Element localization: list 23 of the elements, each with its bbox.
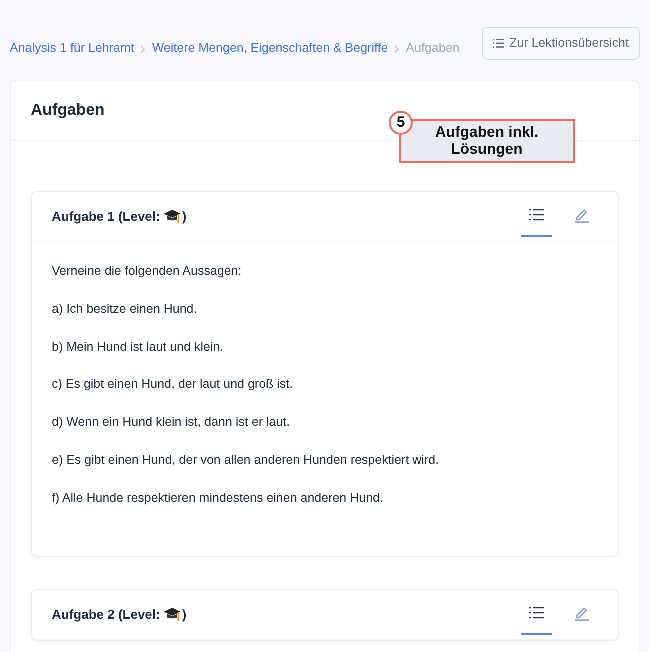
task-text: e) Es gibt einen Hund, der von allen anderen Hunden respektiert wird. (52, 452, 440, 469)
task-text: f) Alle Hunde respektieren mindestens einen anderen Hund. (52, 490, 384, 507)
breadcrumb-link[interactable]: Weitere Mengen, Eigenschaften & Begriffe (152, 41, 388, 55)
breadcrumb-current: Aufgaben (406, 41, 460, 55)
overview-button[interactable]: Zur Lektionsübersicht (482, 27, 640, 60)
annotation-number: 5 (389, 111, 413, 135)
task-title: Aufgabe 2 (Level: (52, 606, 160, 624)
list-icon (493, 38, 504, 48)
task-text: d) Wenn ein Hund klein ist, dann ist er laut. (52, 414, 292, 432)
breadcrumb-link[interactable]: Analysis 1 für Lehramt (10, 41, 134, 55)
task-title-end: ) (182, 606, 187, 624)
chevron-icon (140, 43, 146, 55)
graduation-cap-icon (164, 209, 182, 224)
graduation-cap-icon (164, 607, 182, 622)
task-text: a) Ich besitze einen Hund. (52, 300, 198, 318)
chevron-icon (394, 43, 400, 55)
list-icon (529, 208, 544, 221)
task-text: b) Mein Hund ist laut und klein. (52, 338, 225, 356)
task-text: c) Es gibt einen Hund, der laut und groß ist. (52, 376, 294, 394)
list-icon (529, 606, 544, 619)
task-text: Verneine die folgenden Aussagen: (52, 263, 243, 280)
task-title-end: ) (182, 208, 187, 226)
task-title: Aufgabe 1 (Level: (52, 208, 160, 226)
